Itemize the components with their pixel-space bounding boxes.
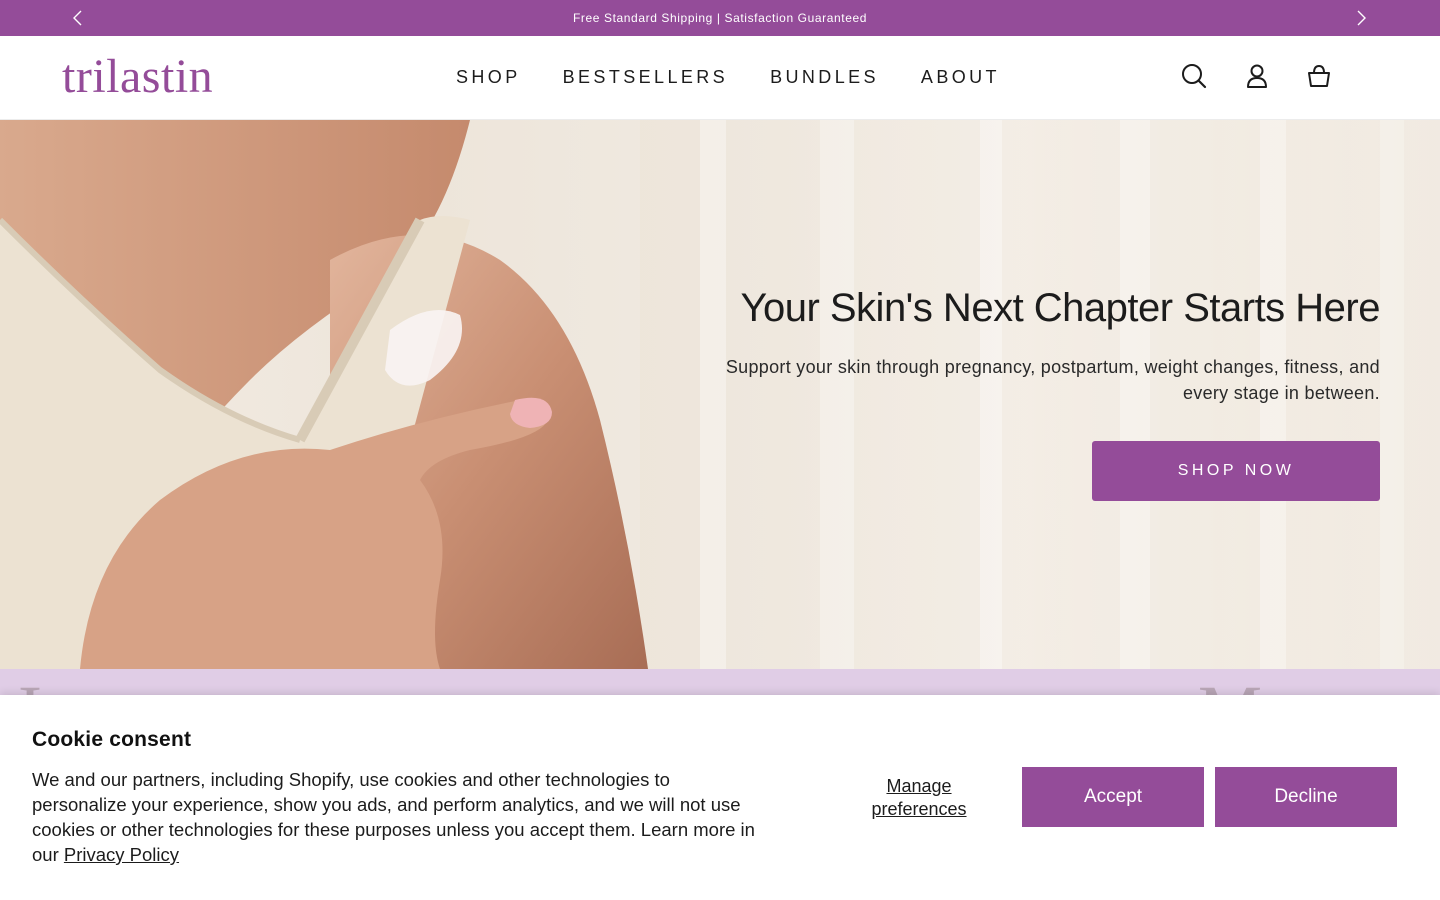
account-icon[interactable] bbox=[1243, 62, 1271, 90]
cookie-heading: Cookie consent bbox=[32, 728, 192, 751]
nav-about[interactable]: ABOUT bbox=[921, 67, 1000, 88]
hero-title: Your Skin's Next Chapter Starts Here bbox=[740, 286, 1380, 330]
main-nav: SHOP BESTSELLERS BUNDLES ABOUT bbox=[456, 67, 1000, 88]
search-icon[interactable] bbox=[1180, 62, 1208, 90]
cookie-body: We and our partners, including Shopify, … bbox=[32, 767, 762, 867]
hero-copy: Your Skin's Next Chapter Starts Here Sup… bbox=[680, 284, 1381, 406]
brand-logo[interactable]: trilastin bbox=[62, 52, 213, 102]
site-header: trilastin SHOP BESTSELLERS BUNDLES ABOUT bbox=[0, 36, 1440, 120]
accept-button[interactable]: Accept bbox=[1022, 767, 1204, 827]
nav-bundles[interactable]: BUNDLES bbox=[770, 67, 879, 88]
nav-bestsellers[interactable]: BESTSELLERS bbox=[563, 67, 728, 88]
chevron-right-icon[interactable] bbox=[1351, 8, 1371, 28]
announcement-bar: Free Standard Shipping | Satisfaction Gu… bbox=[0, 0, 1440, 36]
shop-now-button[interactable]: SHOP NOW bbox=[1092, 441, 1380, 501]
cart-icon[interactable] bbox=[1305, 62, 1333, 90]
announcement-message: Free Standard Shipping | Satisfaction Gu… bbox=[572, 11, 868, 25]
privacy-policy-link[interactable]: Privacy Policy bbox=[64, 844, 179, 865]
hero-banner: Your Skin's Next Chapter Starts Here Sup… bbox=[0, 120, 1440, 669]
hero-subtitle: Support your skin through pregnancy, pos… bbox=[725, 357, 1380, 403]
cookie-consent-banner: Cookie consent We and our partners, incl… bbox=[0, 695, 1440, 900]
nav-shop[interactable]: SHOP bbox=[456, 67, 521, 88]
manage-preferences-button[interactable]: Manage preferences bbox=[858, 775, 980, 821]
decline-button[interactable]: Decline bbox=[1215, 767, 1397, 827]
